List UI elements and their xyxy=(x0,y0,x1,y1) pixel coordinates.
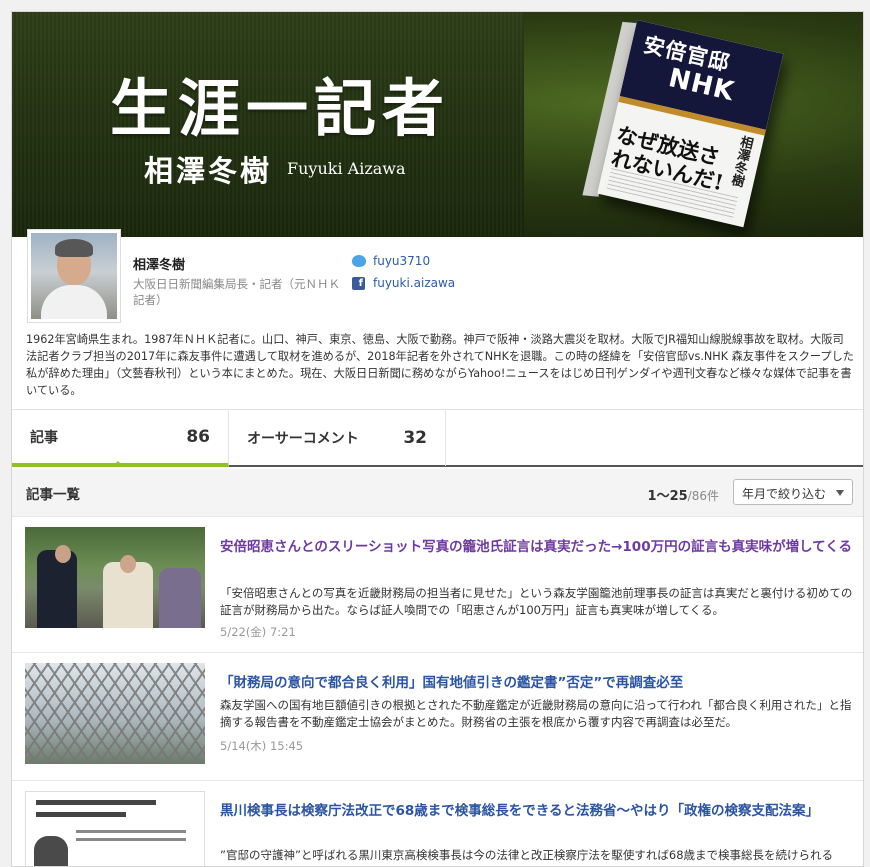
tab-author-comments[interactable]: オーサーコメント 32 xyxy=(229,410,446,466)
facebook-handle: fuyuki.aizawa xyxy=(373,276,456,290)
thumb-text-line xyxy=(36,800,156,805)
facebook-link[interactable]: f fuyuki.aizawa xyxy=(352,275,455,291)
list-item[interactable]: 黒川検事長は検察庁法改正で68歳まで検事総長をできると法務省〜やはり「政権の検察… xyxy=(12,781,863,866)
twitter-link[interactable]: fuyu3710 xyxy=(352,253,430,269)
result-total: /86件 xyxy=(687,489,719,503)
avatar-body xyxy=(41,285,107,319)
banner-author-name: 相澤冬樹 xyxy=(144,154,273,188)
thumb-text-line xyxy=(76,830,186,833)
result-range-value: 1〜25 xyxy=(647,489,688,504)
twitter-handle: fuyu3710 xyxy=(373,254,431,268)
month-filter-label: 年月で絞り込む xyxy=(742,487,827,501)
profile-page: 生涯一記者 相澤冬樹 Fuyuki Aizawa 安倍官邸 NHK 相澤冬樹 な… xyxy=(11,11,864,867)
twitter-icon xyxy=(352,255,366,267)
result-range: 1〜25/86件 xyxy=(648,485,719,504)
header-banner: 生涯一記者 相澤冬樹 Fuyuki Aizawa 安倍官邸 NHK 相澤冬樹 な… xyxy=(12,12,863,237)
tab-bar: 記事 86 オーサーコメント 32 xyxy=(12,409,863,467)
thumb-text-line xyxy=(76,838,186,841)
author-title: 大阪日日新聞編集局長・記者（元ＮＨＫ記者） xyxy=(133,277,340,307)
thumb-fence xyxy=(25,663,205,764)
article-thumbnail[interactable] xyxy=(25,791,205,866)
author-name: 相澤冬樹 xyxy=(133,258,186,273)
article-title-link[interactable]: 黒川検事長は検察庁法改正で68歳まで検事総長をできると法務省〜やはり「政権の検察… xyxy=(220,801,852,822)
article-thumbnail[interactable] xyxy=(25,663,205,764)
list-item[interactable]: 「財務局の意向で都合良く利用」国有地値引きの鑑定書”否定”で再調査必至 森友学園… xyxy=(12,653,863,781)
banner-title: 生涯一記者 xyxy=(110,72,451,145)
thumb-figure xyxy=(37,550,77,628)
tab-articles-count: 86 xyxy=(186,426,210,447)
article-title-link[interactable]: 安倍昭恵さんとのスリーショット写真の籠池氏証言は真実だった→100万円の証言も真… xyxy=(220,537,852,558)
avatar[interactable] xyxy=(27,229,121,323)
author-bio: 1962年宮崎県生まれ。1987年ＮＨＫ記者に。山口、神戸、東京、徳島、大阪で勤… xyxy=(26,333,854,397)
month-filter-select[interactable]: 年月で絞り込む xyxy=(733,479,853,505)
tab-author-comments-count: 32 xyxy=(403,428,427,448)
avatar-hair xyxy=(55,239,93,257)
thumb-figure xyxy=(159,568,201,628)
avatar-photo xyxy=(31,233,117,319)
article-list-header: 記事一覧 1〜25/86件 年月で絞り込む xyxy=(12,469,863,517)
article-description: 森友学園への国有地巨額値引きの根拠とされた不動産鑑定が近畿財務局の意向に沿って行… xyxy=(220,698,852,729)
article-description: ”官邸の守護神”と呼ばれる黒川東京高検検事長は今の法律と改正検察庁法を駆使すれば… xyxy=(220,848,834,866)
tab-articles[interactable]: 記事 86 xyxy=(12,410,229,467)
thumb-figure xyxy=(34,836,68,866)
article-date: 5/14(木) 15:45 xyxy=(220,739,304,753)
article-description: 「安倍昭恵さんとの写真を近畿財務局の担当者に見せた」という森友学園籠池前理事長の… xyxy=(220,586,853,617)
article-date: 5/22(金) 7:21 xyxy=(220,625,296,639)
chevron-down-icon xyxy=(836,490,844,496)
book-cover: 安倍官邸 NHK 相澤冬樹 なぜ放送されないんだ! xyxy=(573,15,801,237)
thumb-face xyxy=(120,555,136,573)
thumb-face xyxy=(55,545,71,563)
article-list-title: 記事一覧 xyxy=(26,487,80,503)
tab-articles-label: 記事 xyxy=(30,429,58,446)
article-title-link[interactable]: 「財務局の意向で都合良く利用」国有地値引きの鑑定書”否定”で再調査必至 xyxy=(220,673,852,694)
list-item[interactable]: 安倍昭恵さんとのスリーショット写真の籠池氏証言は真実だった→100万円の証言も真… xyxy=(12,517,863,653)
tab-author-comments-label: オーサーコメント xyxy=(247,431,359,447)
banner-author-name-en: Fuyuki Aizawa xyxy=(287,159,406,178)
facebook-icon: f xyxy=(352,276,365,290)
article-thumbnail[interactable] xyxy=(25,527,205,628)
thumb-text-line xyxy=(36,812,126,817)
active-tab-indicator xyxy=(112,461,124,467)
